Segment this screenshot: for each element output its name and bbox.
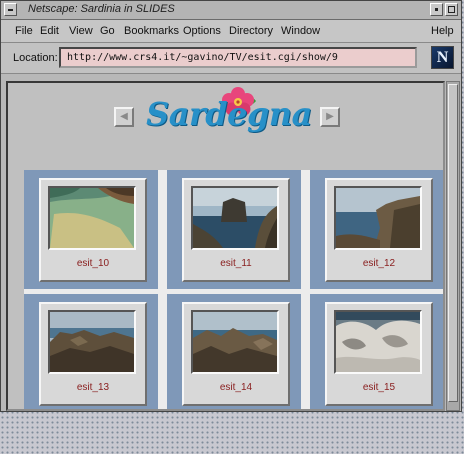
- menu-bookmarks[interactable]: Bookmarks: [124, 25, 179, 37]
- next-page-button[interactable]: ▶: [320, 107, 340, 127]
- gallery-cell: esit_11: [167, 170, 301, 289]
- browser-window: Netscape: Sardinia in SLIDES File Edit V…: [0, 0, 462, 412]
- sea-stack-photo: [193, 188, 277, 248]
- thumbnail-card[interactable]: esit_10: [39, 178, 147, 282]
- location-label: Location:: [13, 52, 58, 64]
- thumbnail-label[interactable]: esit_12: [327, 258, 431, 269]
- rocky-shore-photo-2: [193, 312, 277, 372]
- thumbnail-card[interactable]: esit_15: [325, 302, 433, 406]
- thumbnail-image[interactable]: [48, 186, 136, 250]
- cliff-photo: [336, 188, 420, 248]
- minimize-icon[interactable]: [430, 3, 443, 16]
- gallery-cell: esit_10: [24, 170, 158, 289]
- sardegna-logo-text: Sardegna: [146, 95, 312, 133]
- gallery-cell: esit_13: [24, 294, 158, 409]
- previous-page-button[interactable]: ◀: [114, 107, 134, 127]
- thumbnail-card[interactable]: esit_14: [182, 302, 290, 406]
- maximize-icon[interactable]: [445, 3, 458, 16]
- thumbnail-image[interactable]: [334, 310, 422, 374]
- gallery-cell: esit_15: [310, 294, 443, 409]
- page-content: ◀ Sardegna ▶ esit_10 esit_11 esit_12 esi…: [6, 81, 445, 411]
- right-arrow-icon: ▶: [326, 111, 334, 122]
- thumbnail-image[interactable]: [48, 310, 136, 374]
- thumbnail-label[interactable]: esit_10: [41, 258, 145, 269]
- thumbnail-label[interactable]: esit_14: [184, 382, 288, 393]
- thumbnail-card[interactable]: esit_12: [325, 178, 433, 282]
- window-title: Netscape: Sardinia in SLIDES: [28, 3, 175, 15]
- thumbnail-card[interactable]: esit_13: [39, 302, 147, 406]
- thumbnail-card[interactable]: esit_11: [182, 178, 290, 282]
- menu-directory[interactable]: Directory: [229, 25, 273, 37]
- netscape-logo-icon[interactable]: N: [431, 46, 454, 69]
- thumbnail-image[interactable]: [191, 310, 279, 374]
- sardegna-logo: Sardegna: [140, 83, 318, 155]
- menu-edit[interactable]: Edit: [40, 25, 59, 37]
- thumbnail-image[interactable]: [191, 186, 279, 250]
- menu-help[interactable]: Help: [431, 25, 454, 37]
- thumbnail-label[interactable]: esit_15: [327, 382, 431, 393]
- menu-window[interactable]: Window: [281, 25, 320, 37]
- scroll-thumb[interactable]: [448, 84, 458, 402]
- menu-bar: File Edit View Go Bookmarks Options Dire…: [1, 20, 461, 43]
- thumbnail-label[interactable]: esit_13: [41, 382, 145, 393]
- menu-go[interactable]: Go: [100, 25, 115, 37]
- title-bar[interactable]: Netscape: Sardinia in SLIDES: [1, 1, 461, 20]
- cove-photo: [50, 188, 134, 248]
- window-menu-icon[interactable]: [4, 3, 17, 16]
- menu-options[interactable]: Options: [183, 25, 221, 37]
- location-input[interactable]: http://www.crs4.it/~gavino/TV/esit.cgi/s…: [59, 47, 417, 68]
- thumbnail-image[interactable]: [334, 186, 422, 250]
- menu-view[interactable]: View: [69, 25, 93, 37]
- menu-file[interactable]: File: [15, 25, 33, 37]
- left-arrow-icon: ◀: [120, 111, 128, 122]
- gallery-cell: esit_12: [310, 170, 443, 289]
- gallery-cell: esit_14: [167, 294, 301, 409]
- rocky-shore-photo: [50, 312, 134, 372]
- thumbnail-label[interactable]: esit_11: [184, 258, 288, 269]
- location-bar: Location: http://www.crs4.it/~gavino/TV/…: [1, 43, 461, 74]
- thumbnail-grid: esit_10 esit_11 esit_12 esit_13 esit_14 …: [24, 170, 443, 409]
- vertical-scrollbar[interactable]: [446, 81, 460, 411]
- granite-rocks-photo: [336, 312, 420, 372]
